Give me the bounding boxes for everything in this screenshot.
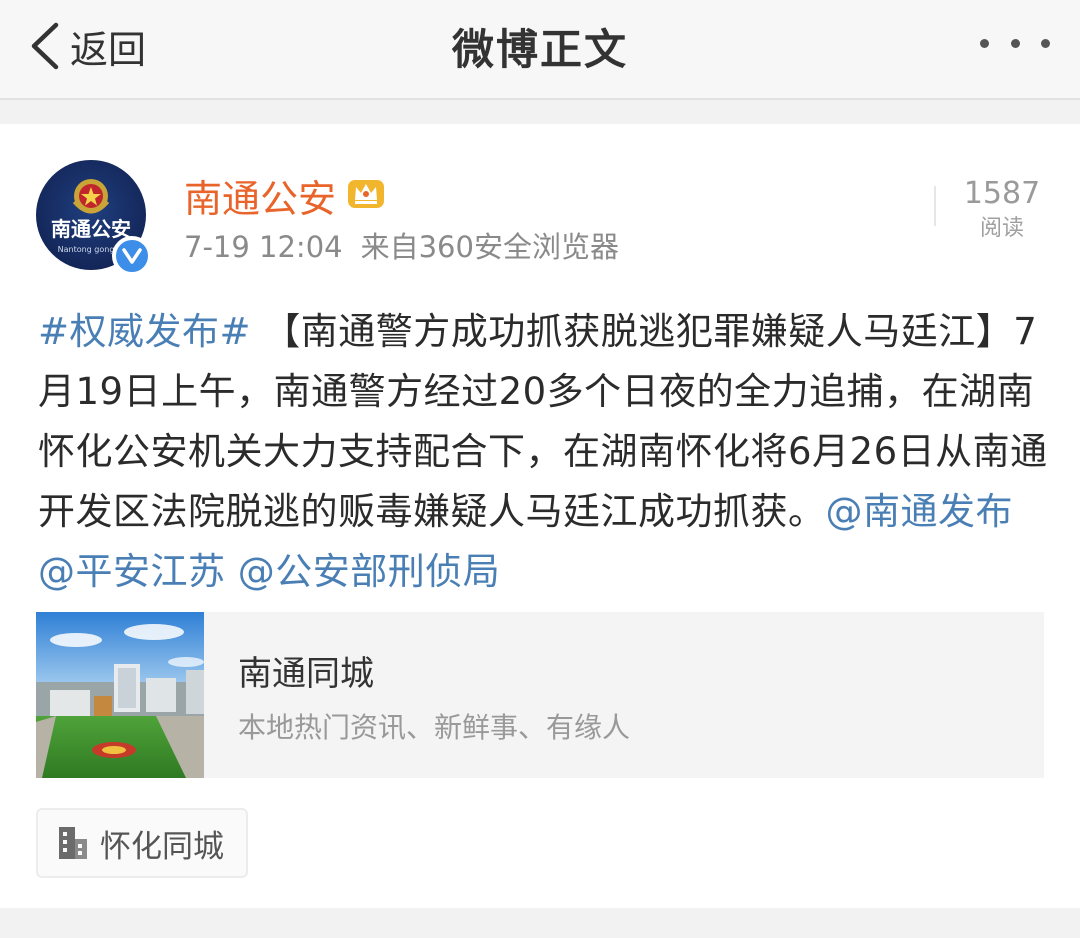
post-meta: 7-19 12:04 来自360安全浏览器	[184, 224, 619, 266]
post-headline: 【南通警方成功抓获脱逃犯罪嫌疑人马廷江】	[263, 310, 1014, 353]
more-options-button[interactable]	[980, 28, 1050, 58]
location-card-description: 本地热门资讯、新鲜事、有缘人	[238, 711, 631, 744]
location-card[interactable]: 南通同城 本地热门资讯、新鲜事、有缘人	[36, 612, 1044, 778]
location-card-title: 南通同城	[238, 654, 374, 694]
mention-link[interactable]: @南通发布	[826, 490, 1014, 533]
nav-bar: 返回 微博正文	[0, 0, 1080, 100]
dot-icon	[1010, 38, 1020, 48]
dot-icon	[980, 38, 989, 48]
place-tag[interactable]: 怀化同城	[36, 808, 248, 878]
post-source: 来自360安全浏览器	[360, 230, 619, 264]
avatar-logo-text: 南通公安	[51, 217, 131, 241]
dot-icon	[1041, 38, 1050, 48]
read-count: 1587	[963, 176, 1041, 211]
post-card: 南通公安 Nantong gongan 南通公安 7-19 12:04 来自360…	[0, 124, 1080, 908]
hashtag-link[interactable]: #权威发布#	[38, 310, 251, 353]
page-title: 微博正文	[451, 25, 628, 74]
divider	[934, 186, 936, 226]
author-name[interactable]: 南通公安	[184, 168, 336, 223]
city-thumbnail-image	[36, 612, 204, 778]
post-time: 7-19 12:04	[184, 230, 343, 264]
post-body: #权威发布# 【南通警方成功抓获脱逃犯罪嫌疑人马廷江】7月19日上午，南通警方经…	[38, 302, 1048, 602]
place-tag-label: 怀化同城	[100, 828, 224, 865]
building-icon	[59, 827, 87, 859]
mention-link[interactable]: @平安江苏	[38, 550, 226, 593]
vip-crown-icon[interactable]	[346, 174, 386, 210]
verified-badge-icon	[112, 236, 152, 276]
mention-link[interactable]: @公安部刑侦局	[238, 550, 501, 593]
read-label: 阅读	[979, 216, 1024, 241]
